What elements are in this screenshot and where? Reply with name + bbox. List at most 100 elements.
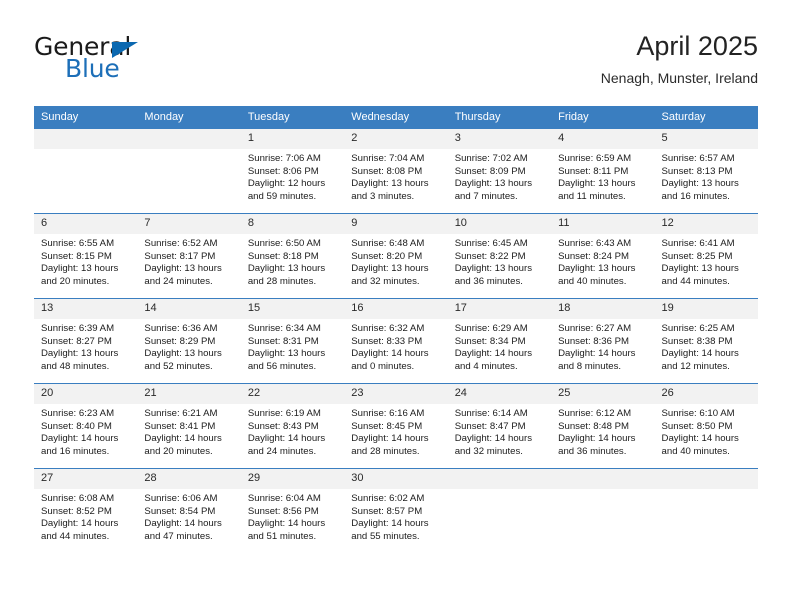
day-cell[interactable]: 9 Sunrise: 6:48 AM Sunset: 8:20 PM Dayli…	[344, 213, 448, 299]
day-cell[interactable]: 15 Sunrise: 6:34 AM Sunset: 8:31 PM Dayl…	[240, 298, 345, 384]
day-cell[interactable]: 22 Sunrise: 6:19 AM Sunset: 8:43 PM Dayl…	[240, 383, 345, 469]
sunrise-text: Sunrise: 6:16 AM	[351, 408, 425, 419]
sunset-text: Sunset: 8:17 PM	[144, 250, 216, 262]
day-cell[interactable]: 2 Sunrise: 7:04 AM Sunset: 8:08 PM Dayli…	[344, 128, 448, 214]
day-cell[interactable]: 27 Sunrise: 6:08 AM Sunset: 8:52 PM Dayl…	[34, 468, 138, 553]
day-cell[interactable]: 4 Sunrise: 6:59 AM Sunset: 8:11 PM Dayli…	[551, 128, 655, 214]
day-details	[551, 489, 654, 493]
day-cell[interactable]	[551, 468, 655, 553]
day-cell[interactable]: 28 Sunrise: 6:06 AM Sunset: 8:54 PM Dayl…	[137, 468, 241, 553]
sunrise-text: Sunrise: 6:48 AM	[351, 238, 425, 249]
daylight-text-line1: Daylight: 14 hours	[41, 518, 119, 530]
day-details: Sunrise: 6:45 AM Sunset: 8:22 PM Dayligh…	[448, 234, 551, 288]
daylight-text-line2: and 56 minutes.	[247, 360, 317, 372]
sunrise-text: Sunrise: 6:52 AM	[144, 238, 218, 249]
daylight-text-line1: Daylight: 14 hours	[558, 433, 636, 445]
weekday-header-thursday: Thursday	[447, 106, 552, 129]
weekday-header-tuesday: Tuesday	[240, 106, 345, 129]
sunset-text: Sunset: 8:29 PM	[144, 335, 216, 347]
day-number: 14	[137, 299, 241, 319]
daylight-text-line1: Daylight: 14 hours	[144, 433, 222, 445]
sunrise-text: Sunrise: 6:12 AM	[558, 408, 632, 419]
sunrise-text: Sunrise: 6:02 AM	[351, 493, 425, 504]
day-cell[interactable]: 19 Sunrise: 6:25 AM Sunset: 8:38 PM Dayl…	[654, 298, 758, 384]
sunrise-text: Sunrise: 6:32 AM	[351, 323, 425, 334]
location-subtitle: Nenagh, Munster, Ireland	[600, 70, 758, 86]
daylight-text-line2: and 8 minutes.	[558, 360, 622, 372]
day-cell[interactable]: 26 Sunrise: 6:10 AM Sunset: 8:50 PM Dayl…	[654, 383, 758, 469]
weekday-header-friday: Friday	[551, 106, 655, 129]
day-cell[interactable]: 11 Sunrise: 6:43 AM Sunset: 8:24 PM Dayl…	[551, 213, 655, 299]
sunset-text: Sunset: 8:18 PM	[247, 250, 319, 262]
daylight-text-line2: and 44 minutes.	[41, 530, 110, 542]
day-details: Sunrise: 6:52 AM Sunset: 8:17 PM Dayligh…	[137, 234, 240, 288]
day-cell[interactable]: 7 Sunrise: 6:52 AM Sunset: 8:17 PM Dayli…	[137, 213, 241, 299]
sunset-text: Sunset: 8:06 PM	[247, 165, 319, 177]
daylight-text-line1: Daylight: 13 hours	[351, 263, 429, 275]
calendar-week-row: 13 Sunrise: 6:39 AM Sunset: 8:27 PM Dayl…	[34, 298, 758, 384]
sunset-text: Sunset: 8:34 PM	[454, 335, 526, 347]
day-number: 9	[344, 214, 448, 234]
day-details: Sunrise: 6:55 AM Sunset: 8:15 PM Dayligh…	[34, 234, 137, 288]
day-details: Sunrise: 6:41 AM Sunset: 8:25 PM Dayligh…	[655, 234, 758, 288]
day-cell[interactable]: 5 Sunrise: 6:57 AM Sunset: 8:13 PM Dayli…	[654, 128, 758, 214]
day-cell[interactable]: 10 Sunrise: 6:45 AM Sunset: 8:22 PM Dayl…	[447, 213, 552, 299]
sunrise-text: Sunrise: 6:27 AM	[558, 323, 632, 334]
general-blue-logo[interactable]: General Blue	[34, 32, 264, 90]
day-cell[interactable]: 25 Sunrise: 6:12 AM Sunset: 8:48 PM Dayl…	[551, 383, 655, 469]
daylight-text-line1: Daylight: 13 hours	[41, 348, 119, 360]
day-details: Sunrise: 6:50 AM Sunset: 8:18 PM Dayligh…	[241, 234, 344, 288]
day-cell[interactable]	[34, 128, 138, 214]
day-cell[interactable]: 23 Sunrise: 6:16 AM Sunset: 8:45 PM Dayl…	[344, 383, 448, 469]
day-number: 10	[447, 214, 552, 234]
daylight-text-line2: and 36 minutes.	[454, 275, 523, 287]
day-cell[interactable]: 24 Sunrise: 6:14 AM Sunset: 8:47 PM Dayl…	[447, 383, 552, 469]
daylight-text-line1: Daylight: 14 hours	[351, 433, 429, 445]
day-cell[interactable]: 20 Sunrise: 6:23 AM Sunset: 8:40 PM Dayl…	[34, 383, 138, 469]
daylight-text-line2: and 40 minutes.	[661, 445, 730, 457]
day-cell[interactable]: 6 Sunrise: 6:55 AM Sunset: 8:15 PM Dayli…	[34, 213, 138, 299]
day-cell[interactable]: 21 Sunrise: 6:21 AM Sunset: 8:41 PM Dayl…	[137, 383, 241, 469]
day-cell[interactable]: 17 Sunrise: 6:29 AM Sunset: 8:34 PM Dayl…	[447, 298, 552, 384]
day-number	[34, 129, 138, 149]
day-number: 6	[34, 214, 138, 234]
day-number: 8	[240, 214, 345, 234]
day-cell[interactable]: 1 Sunrise: 7:06 AM Sunset: 8:06 PM Dayli…	[240, 128, 345, 214]
sunset-text: Sunset: 8:57 PM	[351, 505, 423, 517]
day-cell[interactable]: 13 Sunrise: 6:39 AM Sunset: 8:27 PM Dayl…	[34, 298, 138, 384]
day-cell[interactable]	[654, 468, 758, 553]
day-cell[interactable]: 30 Sunrise: 6:02 AM Sunset: 8:57 PM Dayl…	[344, 468, 448, 553]
day-cell[interactable]: 14 Sunrise: 6:36 AM Sunset: 8:29 PM Dayl…	[137, 298, 241, 384]
day-cell[interactable]	[447, 468, 552, 553]
sunrise-text: Sunrise: 6:10 AM	[661, 408, 735, 419]
day-number: 30	[344, 469, 448, 489]
daylight-text-line1: Daylight: 13 hours	[144, 348, 222, 360]
day-details: Sunrise: 6:02 AM Sunset: 8:57 PM Dayligh…	[344, 489, 447, 543]
day-number: 4	[551, 129, 655, 149]
sunset-text: Sunset: 8:56 PM	[247, 505, 319, 517]
day-number: 16	[344, 299, 448, 319]
day-number: 5	[654, 129, 758, 149]
sunset-text: Sunset: 8:33 PM	[351, 335, 423, 347]
day-details: Sunrise: 6:39 AM Sunset: 8:27 PM Dayligh…	[34, 319, 137, 373]
sunrise-text: Sunrise: 6:45 AM	[454, 238, 528, 249]
day-details: Sunrise: 6:06 AM Sunset: 8:54 PM Dayligh…	[137, 489, 240, 543]
sunrise-text: Sunrise: 6:43 AM	[558, 238, 632, 249]
sunset-text: Sunset: 8:24 PM	[558, 250, 630, 262]
daylight-text-line1: Daylight: 14 hours	[454, 348, 533, 360]
day-details: Sunrise: 6:32 AM Sunset: 8:33 PM Dayligh…	[344, 319, 447, 373]
sunset-text: Sunset: 8:48 PM	[558, 420, 630, 432]
sunset-text: Sunset: 8:36 PM	[558, 335, 630, 347]
day-cell[interactable]: 8 Sunrise: 6:50 AM Sunset: 8:18 PM Dayli…	[240, 213, 345, 299]
day-cell[interactable]	[137, 128, 241, 214]
daylight-text-line2: and 11 minutes.	[558, 190, 626, 202]
day-cell[interactable]: 16 Sunrise: 6:32 AM Sunset: 8:33 PM Dayl…	[344, 298, 448, 384]
daylight-text-line2: and 0 minutes.	[351, 360, 415, 372]
daylight-text-line2: and 40 minutes.	[558, 275, 627, 287]
day-cell[interactable]: 12 Sunrise: 6:41 AM Sunset: 8:25 PM Dayl…	[654, 213, 758, 299]
day-cell[interactable]: 18 Sunrise: 6:27 AM Sunset: 8:36 PM Dayl…	[551, 298, 655, 384]
daylight-text-line2: and 44 minutes.	[661, 275, 730, 287]
day-cell[interactable]: 29 Sunrise: 6:04 AM Sunset: 8:56 PM Dayl…	[240, 468, 345, 553]
day-number: 19	[654, 299, 758, 319]
day-cell[interactable]: 3 Sunrise: 7:02 AM Sunset: 8:09 PM Dayli…	[447, 128, 552, 214]
